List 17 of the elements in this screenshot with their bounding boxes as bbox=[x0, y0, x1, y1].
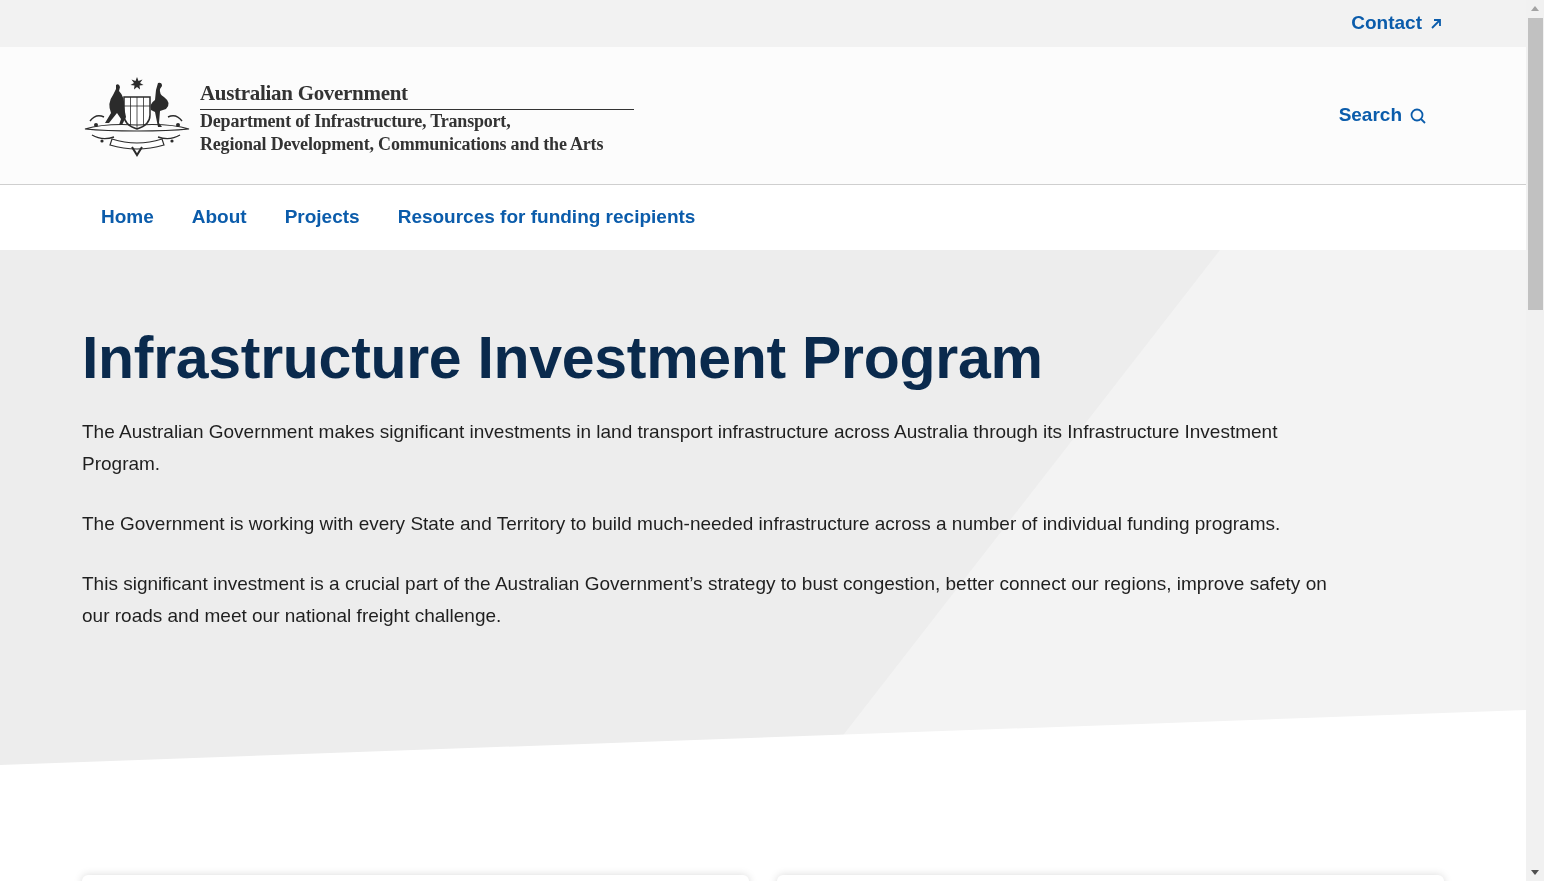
search-button[interactable]: Search bbox=[1338, 101, 1426, 130]
external-arrow-icon bbox=[1430, 17, 1442, 30]
nav-link[interactable]: About bbox=[172, 203, 266, 232]
scrollbar-thumb[interactable] bbox=[1527, 18, 1543, 310]
scrollbar[interactable] bbox=[1526, 0, 1544, 881]
department-name: Regional Development, Communications and the Arts bbox=[200, 132, 605, 156]
government-name: Australian Government bbox=[200, 79, 634, 110]
nav-link[interactable]: Resources for funding recipients bbox=[378, 203, 715, 232]
intro-paragraph: This significant investment is a crucial part of the Australian Government’s strategy to bust congestion, better connect our regions, improve safety on our roads and meet our national freight challenge. bbox=[82, 572, 1328, 628]
search-icon bbox=[1410, 107, 1426, 124]
contact-link[interactable]: Contact bbox=[1351, 9, 1442, 38]
page-title: Infrastructure Investment Program bbox=[82, 324, 1044, 393]
intro-paragraph: The Government is working with every State and Territory to build much-needed infrastructure across a number of individual funding programs. bbox=[82, 512, 1282, 536]
nav-link[interactable]: Home bbox=[82, 203, 173, 232]
department-name: Department of Infrastructure, Transport, bbox=[200, 109, 512, 133]
nav-link[interactable]: Projects bbox=[265, 203, 379, 232]
intro-paragraph: The Australian Government makes significant investments in land transport infrastructure across Australia through its Infrastructure Investment Program. bbox=[82, 420, 1279, 476]
